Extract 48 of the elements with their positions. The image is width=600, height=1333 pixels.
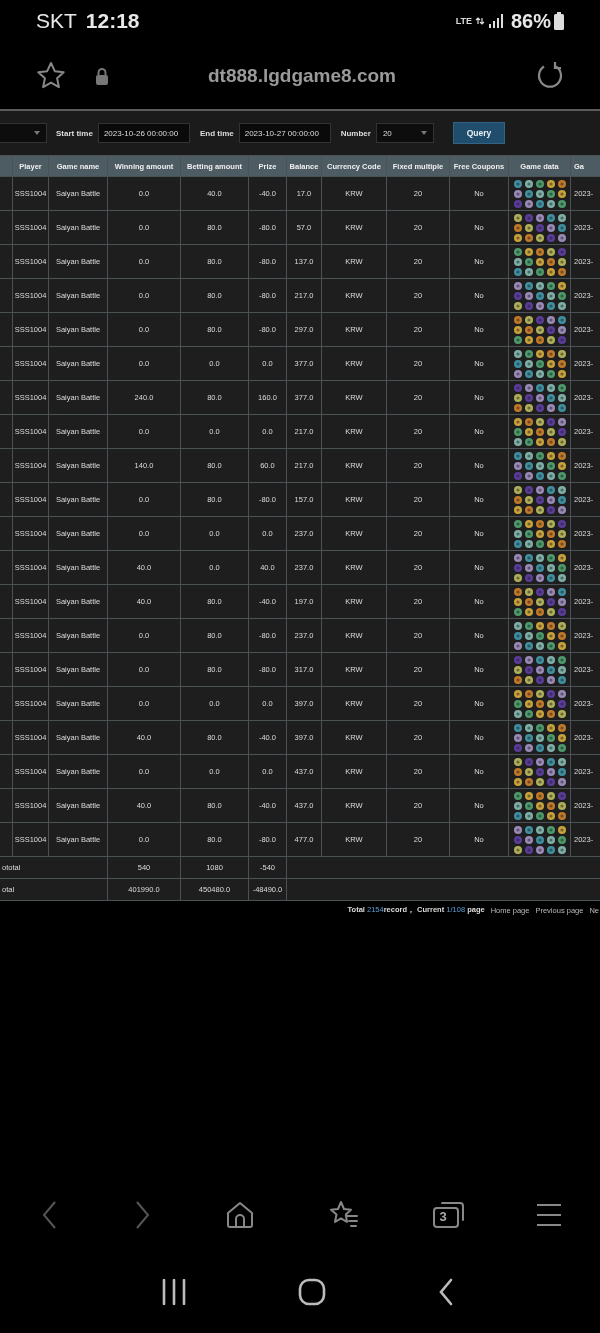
symbol-grid-drawing (512, 552, 567, 583)
symbol-grid-drawing (512, 450, 567, 481)
start-time-field[interactable]: 2023-10-26 00:00:00 (97, 123, 190, 143)
home-icon[interactable] (224, 1200, 255, 1230)
bookmarks-icon[interactable] (327, 1200, 360, 1230)
symbol-grid-drawing (512, 178, 567, 209)
caret-icon (420, 131, 427, 135)
dropdown-field[interactable] (0, 123, 47, 143)
url-text[interactable]: dt888.lgdgame8.com (109, 64, 495, 87)
symbol-grid-drawing (512, 314, 567, 345)
network-type: LTE (455, 16, 472, 26)
symbol-grid-drawing (512, 790, 567, 821)
symbol-grid-drawing (512, 688, 567, 719)
reload-icon[interactable] (535, 60, 565, 91)
field-label: Start time (56, 128, 93, 138)
symbol-grid-drawing (512, 586, 567, 617)
lock-icon (95, 66, 109, 85)
battery-percent: 86% (510, 9, 551, 33)
number-dropdown[interactable]: 20 (375, 123, 434, 143)
tabs-stack-icon (431, 1200, 464, 1230)
symbol-grid-drawing (512, 416, 567, 447)
home-button-icon[interactable] (298, 1278, 327, 1306)
clock-time: 12:18 (85, 9, 140, 33)
battery-icon (554, 12, 564, 30)
carrier-name: SKT (36, 9, 77, 33)
symbol-grid-drawing (512, 824, 567, 855)
symbol-grid-drawing (512, 756, 567, 787)
end-time-field[interactable]: 2023-10-27 00:00:00 (238, 123, 331, 143)
symbol-grid-drawing (512, 246, 567, 277)
symbol-grid-drawing (512, 654, 567, 685)
symbol-grid-drawing (512, 382, 567, 413)
symbol-grid-drawing (512, 620, 567, 651)
signal-icon (487, 13, 504, 29)
recent-apps-icon[interactable] (160, 1279, 187, 1305)
query-button[interactable]: Query (452, 122, 505, 144)
symbol-grid-drawing (512, 280, 567, 311)
tabs-button[interactable]: 3 (431, 1200, 464, 1230)
back-button-icon[interactable] (438, 1278, 455, 1306)
data-arrows-icon (474, 17, 485, 25)
symbol-grid-drawing (512, 722, 567, 753)
symbol-grid-drawing (512, 484, 567, 515)
symbol-grid-drawing (512, 212, 567, 243)
field-label: End time (199, 128, 234, 138)
caret-icon (34, 131, 40, 135)
field-label: Number (340, 128, 371, 138)
symbol-grid-drawing (512, 348, 567, 379)
symbol-grid-drawing (512, 518, 567, 549)
menu-icon[interactable] (535, 1203, 562, 1227)
